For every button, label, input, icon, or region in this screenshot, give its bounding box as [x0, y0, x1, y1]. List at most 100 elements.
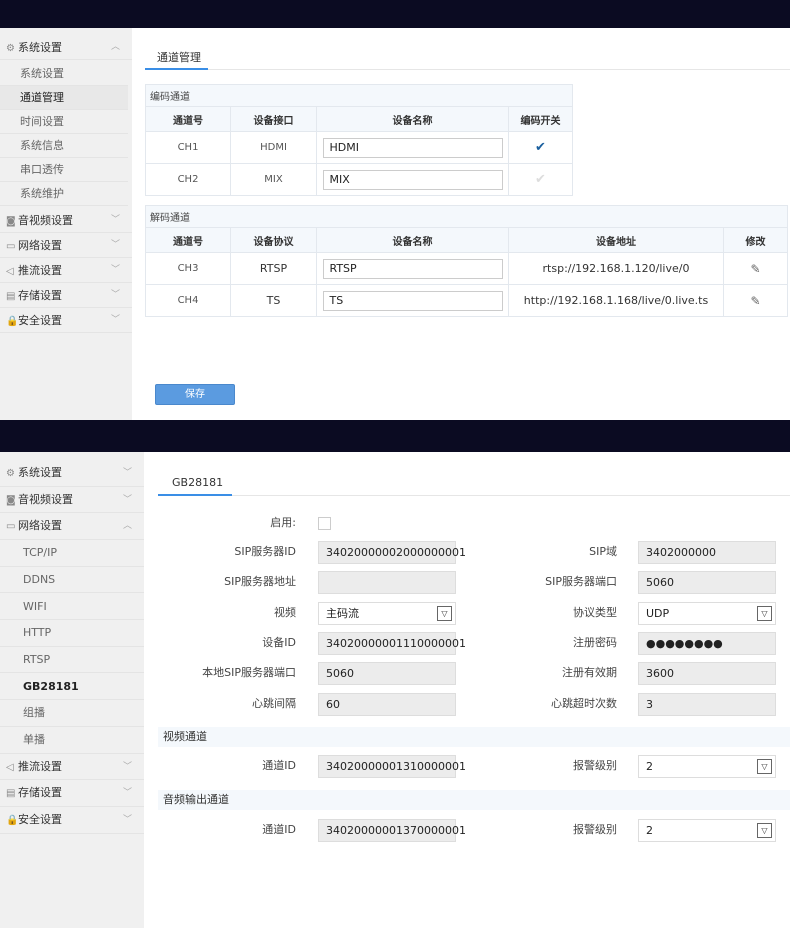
right-field-value: UDP: [646, 606, 670, 620]
sidebar-group[interactable]: ▭ 网络设置 ﹀: [0, 233, 132, 258]
right-field-input[interactable]: 3: [638, 692, 776, 716]
sidebar-item[interactable]: DDNS: [0, 567, 144, 594]
video-alarm-label: 报警级别: [573, 759, 617, 772]
separator-bar: [0, 420, 790, 452]
audio-alarm-select[interactable]: 2 ▽: [638, 819, 776, 842]
chevron-down-icon: ﹀: [122, 815, 132, 826]
left-field-input[interactable]: 60: [318, 692, 456, 716]
sidebar-item[interactable]: TCP/IP: [0, 540, 144, 567]
edit-icon[interactable]: ✎: [750, 294, 760, 308]
device-name-input[interactable]: MIX: [322, 169, 503, 190]
device-name-input[interactable]: HDMI: [322, 137, 503, 158]
sidebar-item-label: 推流设置: [18, 759, 62, 773]
video-alarm-select[interactable]: 2 ▽: [638, 755, 776, 778]
sidebar-item[interactable]: ▤ 存储设置 ﹀: [0, 780, 144, 807]
monitor-icon: ▭: [6, 521, 16, 533]
sidebar-subitem[interactable]: 系统设置: [0, 62, 128, 86]
left-field-input[interactable]: [318, 571, 456, 595]
table-row: CH4 TS TS http://192.168.1.168/live/0.live.…: [145, 284, 788, 317]
video-channel-id-input[interactable]: 34020000001310000001: [318, 755, 466, 778]
value: 34020000001310000001: [326, 760, 466, 773]
sidebar-group[interactable]: ◙ 音视频设置 ﹀: [0, 208, 132, 233]
enable-checkbox[interactable]: [318, 517, 331, 530]
sidebar-subitem[interactable]: 通道管理: [0, 86, 128, 110]
name-cell: MIX: [316, 163, 509, 196]
sidebar-subitem[interactable]: 系统维护: [0, 182, 128, 206]
sidebar-item[interactable]: 单播: [0, 727, 144, 754]
left-field-input[interactable]: 34020000002000000001: [318, 541, 466, 564]
right-field-value: 3: [646, 697, 653, 711]
right-field-input[interactable]: 5060: [638, 571, 776, 595]
sidebar-item-label: 音视频设置: [18, 214, 73, 227]
audio-channel-id-label: 通道ID: [262, 823, 296, 836]
left-field-value: 60: [326, 697, 340, 711]
edit-icon[interactable]: ✎: [750, 262, 760, 276]
value: 2: [646, 760, 653, 773]
sidebar-item[interactable]: HTTP: [0, 620, 144, 647]
sidebar-item[interactable]: ◁ 推流设置 ﹀: [0, 754, 144, 781]
sidebar-item[interactable]: GB28181: [0, 674, 144, 701]
chevron-down-icon: ﹀: [122, 468, 132, 478]
chevron-down-icon: ﹀: [110, 265, 120, 275]
audio-channel-id-input[interactable]: 34020000001370000001: [318, 819, 466, 842]
right-field-input[interactable]: ●●●●●●●●: [638, 631, 776, 655]
left-field-input[interactable]: 34020000001110000001: [318, 631, 466, 655]
right-field-input[interactable]: 3402000000: [638, 541, 776, 564]
right-field-label: SIP服务器端口: [545, 575, 617, 589]
divider: [208, 69, 790, 70]
gear-icon: ⚙: [6, 468, 15, 479]
encode-checkbox[interactable]: ✔: [535, 140, 546, 155]
video-channel-id-label: 通道ID: [262, 759, 296, 772]
tab-gb28181[interactable]: GB28181: [172, 476, 223, 489]
sidebar-item[interactable]: 组播: [0, 700, 144, 727]
table-row: CH3 RTSP RTSP rtsp://192.168.1.120/live/0 ✎: [145, 252, 788, 285]
sidebar-item-label: 存储设置: [18, 289, 62, 302]
save-button[interactable]: 保存: [155, 384, 235, 405]
right-field-input[interactable]: 3600: [638, 662, 776, 686]
chevron-down-icon: ﹀: [110, 215, 120, 225]
tab-indicator: [145, 68, 208, 70]
right-field-label: SIP域: [589, 545, 617, 558]
sidebar-item-system-settings[interactable]: ⚙ 系统设置 ︿: [0, 35, 132, 60]
sidebar-group[interactable]: 🔒安全设置 ﹀: [0, 308, 132, 333]
chevron-down-icon: ﹀: [122, 788, 132, 799]
sidebar-item[interactable]: WIFI: [0, 594, 144, 620]
sidebar-item[interactable]: ⚙ 系统设置 ﹀: [0, 460, 144, 487]
encode-caption: 编码通道: [145, 84, 573, 107]
sidebar-group[interactable]: ▤ 存储设置 ﹀: [0, 283, 132, 308]
right-field-value: 5060: [646, 576, 674, 590]
right-field-label: 注册密码: [573, 635, 617, 649]
encode-checkbox[interactable]: ✔: [535, 172, 546, 187]
sidebar-subitem[interactable]: 系统信息: [0, 134, 128, 158]
address-cell: rtsp://192.168.1.120/live/0: [508, 252, 724, 285]
divider: [232, 495, 790, 496]
interface-cell: HDMI: [230, 131, 317, 164]
chevron-up-icon: ︿: [122, 521, 132, 532]
sidebar: ⚙ 系统设置 ﹀ ◙ 音视频设置 ﹀ ▭ 网络设置 ︿ TCP/IP DDNS WIFI HTTP RTS…: [0, 452, 144, 928]
sidebar-item[interactable]: ◙ 音视频设置 ﹀: [0, 487, 144, 514]
sidebar-item-label: 系统信息: [20, 139, 64, 152]
monitor-icon: ▭: [6, 241, 16, 252]
left-field-value: 主码流: [326, 606, 359, 620]
protocol-cell: TS: [230, 284, 317, 317]
sidebar-subitem[interactable]: 时间设置: [0, 110, 128, 134]
chevron-down-icon: ﹀: [110, 290, 120, 300]
sidebar-subitem[interactable]: 串口透传: [0, 158, 128, 182]
right-field-select[interactable]: UDP ▽: [638, 601, 776, 625]
left-field-input[interactable]: 5060: [318, 662, 456, 686]
device-name-input[interactable]: RTSP: [322, 258, 503, 279]
camera-icon: ◙: [6, 494, 16, 506]
sidebar-item[interactable]: ▭ 网络设置 ︿: [0, 513, 144, 540]
sidebar-item[interactable]: 🔒安全设置 ﹀: [0, 807, 144, 834]
sidebar-group[interactable]: ◁ 推流设置 ﹀: [0, 258, 132, 283]
col-header: 设备名称: [316, 227, 509, 253]
device-name-input[interactable]: TS: [322, 290, 503, 311]
table-row: CH1 HDMI HDMI ✔: [145, 131, 573, 164]
col-header: 修改: [723, 227, 788, 253]
sidebar-item[interactable]: RTSP: [0, 647, 144, 674]
tab-channel-management[interactable]: 通道管理: [157, 49, 201, 65]
left-field-select[interactable]: 主码流 ▽: [318, 601, 456, 625]
sidebar-item-label: 通道管理: [20, 91, 64, 104]
right-field-value: ●●●●●●●●: [646, 636, 723, 650]
sidebar: ⚙ 系统设置 ︿ 系统设置 通道管理 时间设置 系统信息 串口透传 系统维护 ◙ 音视频设置 ﹀ ▭ 网络…: [0, 28, 132, 420]
